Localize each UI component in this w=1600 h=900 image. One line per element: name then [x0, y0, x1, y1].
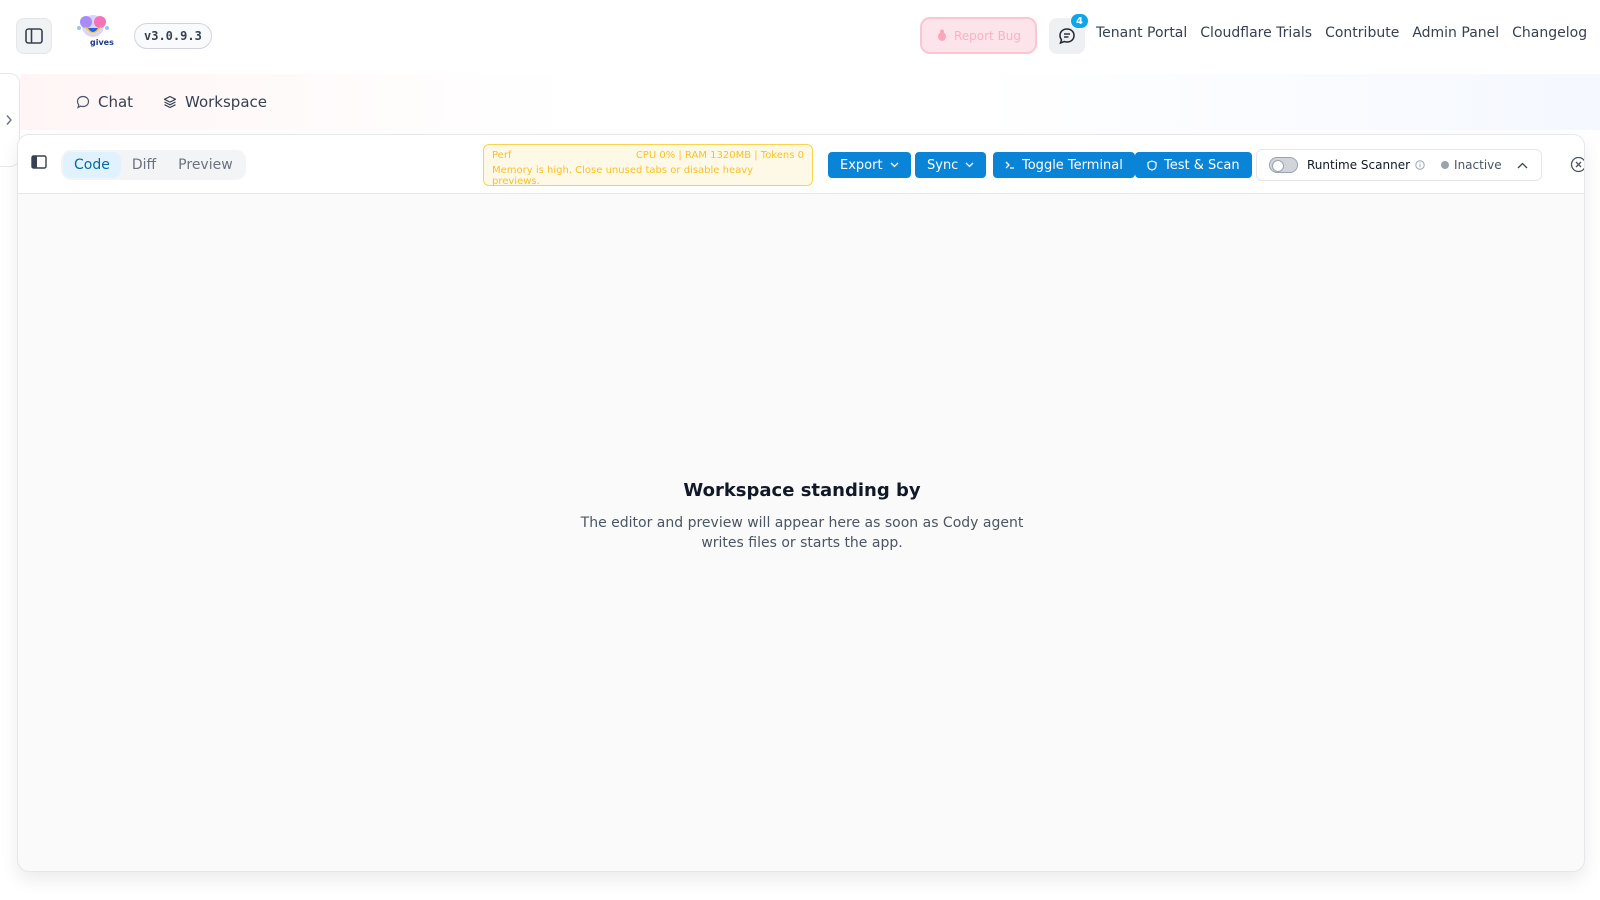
link-tenant-portal[interactable]: Tenant Portal: [1096, 25, 1187, 41]
terminal-icon: [1005, 161, 1015, 169]
link-contribute[interactable]: Contribute: [1325, 25, 1399, 41]
sync-button[interactable]: Sync: [915, 152, 987, 178]
tab-workspace-label: Workspace: [185, 93, 267, 111]
perf-label: Perf: [492, 150, 512, 161]
empty-state-description: The editor and preview will appear here …: [580, 515, 1024, 551]
close-workspace-button[interactable]: [1570, 156, 1584, 173]
perf-stats: CPU 0% | RAM 1320MB | Tokens 0: [635, 150, 804, 161]
link-cloudflare-trials[interactable]: Cloudflare Trials: [1200, 25, 1312, 41]
link-changelog[interactable]: Changelog: [1512, 25, 1587, 41]
test-scan-button[interactable]: Test & Scan: [1135, 152, 1252, 178]
logo-text: gives: [90, 38, 114, 47]
layers-icon: [163, 95, 177, 109]
chevron-right-icon: [5, 114, 13, 126]
info-icon[interactable]: [1415, 160, 1425, 170]
report-bug-button[interactable]: Report Bug: [920, 17, 1037, 54]
export-button[interactable]: Export: [828, 152, 911, 178]
top-nav-links: Tenant Portal Cloudflare Trials Contribu…: [1096, 25, 1587, 41]
tab-workspace[interactable]: Workspace: [163, 88, 267, 116]
test-scan-label: Test & Scan: [1164, 157, 1240, 173]
chevron-up-icon[interactable]: [1517, 162, 1528, 169]
report-bug-label: Report Bug: [953, 28, 1022, 43]
sync-label: Sync: [927, 157, 959, 173]
top-bar: gives v3.0.9.3 Report Bug 4 Tenant Porta…: [0, 0, 1600, 72]
version-badge: v3.0.9.3: [134, 23, 212, 49]
link-admin-panel[interactable]: Admin Panel: [1412, 25, 1499, 41]
perf-warning-panel: Perf CPU 0% | RAM 1320MB | Tokens 0 Memo…: [483, 144, 813, 187]
notification-count-badge: 4: [1070, 13, 1089, 29]
view-tabs: Code Diff Preview: [61, 150, 246, 180]
status-dot: [1441, 161, 1450, 169]
message-icon: [1058, 27, 1076, 45]
runtime-scanner-status: Inactive: [1454, 158, 1502, 172]
workspace-empty-state: Workspace standing by The editor and pre…: [18, 480, 1584, 553]
runtime-scanner-control: Runtime Scanner Inactive: [1256, 149, 1542, 181]
view-tab-code[interactable]: Code: [63, 152, 121, 178]
panel-left-icon: [31, 155, 49, 169]
workspace-toolbar: Code Diff Preview Perf CPU 0% | RAM 1320…: [18, 135, 1584, 194]
chevron-down-icon: [890, 162, 899, 168]
view-tab-diff[interactable]: Diff: [121, 152, 167, 178]
file-tree-toggle-button[interactable]: [31, 155, 49, 173]
workspace-panel: Code Diff Preview Perf CPU 0% | RAM 1320…: [17, 134, 1585, 872]
main-tabs: Chat Workspace: [20, 74, 1600, 130]
chevron-down-icon: [965, 162, 974, 168]
runtime-scanner-toggle[interactable]: [1269, 157, 1298, 173]
chat-bubble-icon: [76, 95, 90, 109]
bug-icon: [936, 29, 948, 42]
perf-warning-text: Memory is high. Close unused tabs or dis…: [492, 165, 754, 187]
sidebar-icon: [25, 28, 43, 44]
shield-icon: [1147, 159, 1157, 171]
view-tab-preview[interactable]: Preview: [167, 152, 244, 178]
toggle-terminal-label: Toggle Terminal: [1022, 157, 1123, 173]
toggle-terminal-button[interactable]: Toggle Terminal: [993, 152, 1135, 178]
close-circle-icon: [1570, 156, 1584, 173]
runtime-scanner-label: Runtime Scanner: [1307, 158, 1411, 172]
tab-chat[interactable]: Chat: [76, 88, 133, 116]
sidebar-toggle-button[interactable]: [16, 18, 52, 54]
tab-chat-label: Chat: [98, 93, 134, 111]
empty-state-title: Workspace standing by: [683, 480, 921, 501]
export-label: Export: [840, 157, 883, 173]
